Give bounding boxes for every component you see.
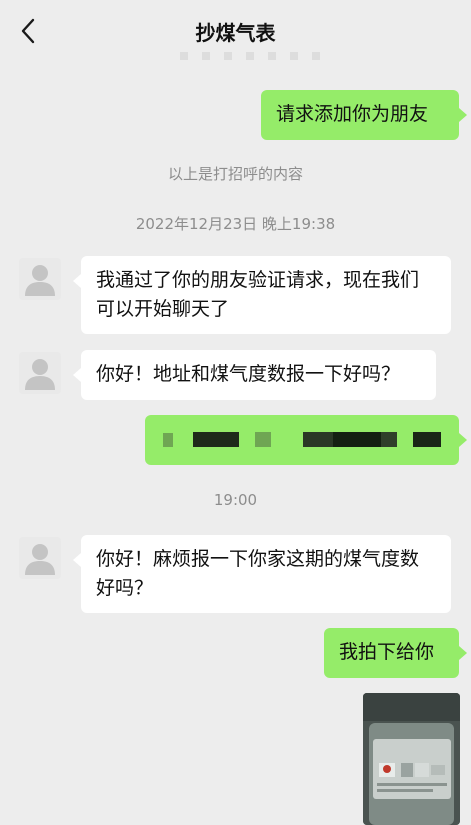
chat-title: 抄煤气表 (195, 21, 276, 45)
timestamp: 2022年12月23日 晚上19:38 (135, 215, 336, 233)
message-incoming[interactable]: 你好！地址和煤气度数报一下好吗？ (73, 350, 436, 400)
message-incoming[interactable]: 你好！麻烦报一下你家这期的煤气度数好吗？ (73, 535, 451, 613)
message-outgoing[interactable]: 请求添加你为朋友 (261, 90, 467, 140)
message-incoming[interactable]: 我通过了你的朋友验证请求，现在我们可以开始聊天了 (73, 256, 451, 334)
avatar[interactable] (19, 537, 61, 579)
message-text: 我通过了你的朋友验证请求，现在我们可以开始聊天了 (96, 269, 420, 320)
redaction-mosaic (163, 432, 441, 447)
default-avatar-icon (25, 265, 55, 296)
gas-meter-photo (363, 693, 460, 825)
avatar[interactable] (19, 352, 61, 394)
scroll-ghost-text (180, 52, 330, 60)
message-outgoing-redacted[interactable] (145, 415, 467, 465)
message-text: 请求添加你为朋友 (276, 103, 429, 125)
default-avatar-icon (25, 544, 55, 575)
message-outgoing[interactable]: 我拍下给你 (324, 628, 467, 678)
chat-header: 抄煤气表 (0, 0, 471, 62)
message-text: 你好！麻烦报一下你家这期的煤气度数好吗？ (96, 548, 420, 599)
image-message-gas-meter[interactable] (363, 693, 460, 825)
system-notice: 以上是打招呼的内容 (167, 165, 303, 183)
timestamp: 19:00 (213, 491, 258, 509)
default-avatar-icon (25, 359, 55, 390)
message-text: 你好！地址和煤气度数报一下好吗？ (96, 363, 401, 385)
message-text: 我拍下给你 (339, 641, 435, 663)
avatar[interactable] (19, 258, 61, 300)
